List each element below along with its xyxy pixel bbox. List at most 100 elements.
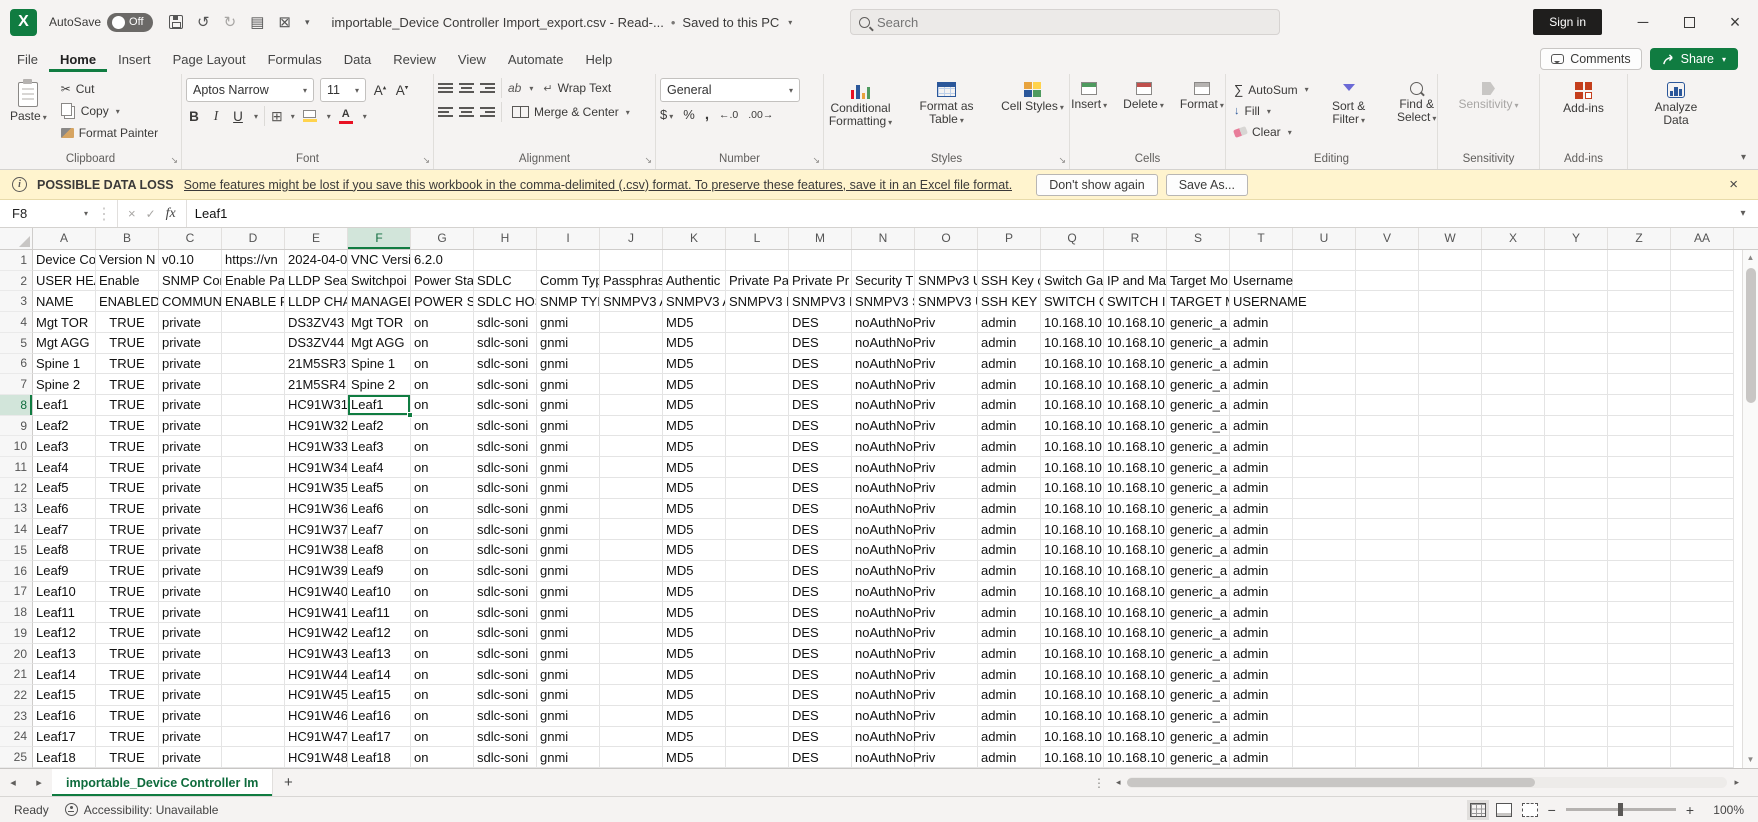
- cell-H2[interactable]: SDLC: [474, 271, 537, 292]
- cell-Z25[interactable]: [1608, 747, 1671, 768]
- cell-F8[interactable]: Leaf1: [348, 395, 411, 416]
- cell-B19[interactable]: TRUE: [96, 623, 159, 644]
- cell-D12[interactable]: [222, 478, 285, 499]
- cell-T24[interactable]: admin: [1230, 727, 1293, 748]
- cell-Y16[interactable]: [1545, 561, 1608, 582]
- save-as-button[interactable]: Save As...: [1166, 174, 1248, 196]
- cell-E13[interactable]: HC91W36: [285, 499, 348, 520]
- cell-M11[interactable]: DES: [789, 457, 852, 478]
- cell-A4[interactable]: Mgt TOR: [33, 312, 96, 333]
- underline-button[interactable]: U: [230, 109, 246, 124]
- cell-Z15[interactable]: [1608, 540, 1671, 561]
- cell-R8[interactable]: 10.168.10.: [1104, 395, 1167, 416]
- cell-U2[interactable]: [1293, 271, 1356, 292]
- row-header-4[interactable]: 4: [0, 312, 33, 333]
- cell-G16[interactable]: on: [411, 561, 474, 582]
- cell-Z11[interactable]: [1608, 457, 1671, 478]
- cell-J13[interactable]: [600, 499, 663, 520]
- cell-N1[interactable]: [852, 250, 915, 271]
- cell-A11[interactable]: Leaf4: [33, 457, 96, 478]
- cell-A13[interactable]: Leaf6: [33, 499, 96, 520]
- sort-filter-button[interactable]: Sort & Filter▾: [1317, 78, 1381, 131]
- cell-F9[interactable]: Leaf2: [348, 416, 411, 437]
- cell-H17[interactable]: sdlc-soni: [474, 582, 537, 603]
- row-header-19[interactable]: 19: [0, 623, 33, 644]
- cell-V2[interactable]: [1356, 271, 1419, 292]
- search-input[interactable]: [877, 15, 1271, 30]
- scroll-left-icon[interactable]: ◂: [1113, 777, 1124, 788]
- normal-view-icon[interactable]: [1470, 803, 1486, 817]
- cell-B21[interactable]: TRUE: [96, 664, 159, 685]
- row-header-24[interactable]: 24: [0, 727, 33, 748]
- qat-extra-icon-1[interactable]: ▤: [250, 13, 264, 31]
- cell-C1[interactable]: v0.10: [159, 250, 222, 271]
- delete-cells-button[interactable]: Delete▾: [1117, 78, 1170, 116]
- cell-S18[interactable]: generic_a: [1167, 602, 1230, 623]
- cell-I18[interactable]: gnmi: [537, 602, 600, 623]
- column-header-K[interactable]: K: [663, 228, 726, 249]
- cell-I2[interactable]: Comm Typ: [537, 271, 600, 292]
- cell-U24[interactable]: [1293, 727, 1356, 748]
- cell-styles-button[interactable]: Cell Styles▾: [992, 78, 1074, 118]
- cell-B14[interactable]: TRUE: [96, 519, 159, 540]
- cell-W10[interactable]: [1419, 436, 1482, 457]
- cell-Y20[interactable]: [1545, 644, 1608, 665]
- cell-V8[interactable]: [1356, 395, 1419, 416]
- row-header-2[interactable]: 2: [0, 271, 33, 292]
- cell-L24[interactable]: [726, 727, 789, 748]
- cell-M7[interactable]: DES: [789, 374, 852, 395]
- cell-G21[interactable]: on: [411, 664, 474, 685]
- cell-W16[interactable]: [1419, 561, 1482, 582]
- column-header-C[interactable]: C: [159, 228, 222, 249]
- cell-F4[interactable]: Mgt TOR: [348, 312, 411, 333]
- cell-T16[interactable]: admin: [1230, 561, 1293, 582]
- cell-P9[interactable]: admin: [978, 416, 1041, 437]
- cell-A12[interactable]: Leaf5: [33, 478, 96, 499]
- cell-B6[interactable]: TRUE: [96, 354, 159, 375]
- cell-K10[interactable]: MD5: [663, 436, 726, 457]
- cell-N10[interactable]: noAuthNoPriv: [852, 436, 915, 457]
- cell-I15[interactable]: gnmi: [537, 540, 600, 561]
- cell-AA24[interactable]: [1671, 727, 1734, 748]
- cell-P5[interactable]: admin: [978, 333, 1041, 354]
- cell-T1[interactable]: [1230, 250, 1293, 271]
- cell-B1[interactable]: Version N: [96, 250, 159, 271]
- cell-C24[interactable]: private: [159, 727, 222, 748]
- cell-R3[interactable]: SWITCH IP: [1104, 291, 1167, 312]
- cell-AA5[interactable]: [1671, 333, 1734, 354]
- cell-I4[interactable]: gnmi: [537, 312, 600, 333]
- cell-A23[interactable]: Leaf16: [33, 706, 96, 727]
- cell-S1[interactable]: [1167, 250, 1230, 271]
- cell-V19[interactable]: [1356, 623, 1419, 644]
- cell-Z14[interactable]: [1608, 519, 1671, 540]
- cell-A1[interactable]: Device Co: [33, 250, 96, 271]
- close-button[interactable]: ×: [1712, 0, 1758, 44]
- cell-H22[interactable]: sdlc-soni: [474, 685, 537, 706]
- cell-P20[interactable]: admin: [978, 644, 1041, 665]
- cell-J4[interactable]: [600, 312, 663, 333]
- cell-Z10[interactable]: [1608, 436, 1671, 457]
- cut-button[interactable]: ✂Cut: [57, 80, 162, 98]
- cell-H19[interactable]: sdlc-soni: [474, 623, 537, 644]
- cell-C6[interactable]: private: [159, 354, 222, 375]
- cell-W4[interactable]: [1419, 312, 1482, 333]
- tab-view[interactable]: View: [447, 47, 497, 72]
- cell-AA19[interactable]: [1671, 623, 1734, 644]
- cell-Y1[interactable]: [1545, 250, 1608, 271]
- cell-S5[interactable]: generic_a: [1167, 333, 1230, 354]
- cell-Q15[interactable]: 10.168.10.: [1041, 540, 1104, 561]
- cell-J2[interactable]: Passphras: [600, 271, 663, 292]
- cell-E16[interactable]: HC91W39: [285, 561, 348, 582]
- cell-A15[interactable]: Leaf8: [33, 540, 96, 561]
- cell-Z19[interactable]: [1608, 623, 1671, 644]
- cell-J5[interactable]: [600, 333, 663, 354]
- cell-W7[interactable]: [1419, 374, 1482, 395]
- cell-X4[interactable]: [1482, 312, 1545, 333]
- cell-G25[interactable]: on: [411, 747, 474, 768]
- cell-G5[interactable]: on: [411, 333, 474, 354]
- column-header-I[interactable]: I: [537, 228, 600, 249]
- cell-M14[interactable]: DES: [789, 519, 852, 540]
- cell-J16[interactable]: [600, 561, 663, 582]
- cell-R11[interactable]: 10.168.10.: [1104, 457, 1167, 478]
- fill-button[interactable]: ↓Fill▾: [1230, 102, 1313, 120]
